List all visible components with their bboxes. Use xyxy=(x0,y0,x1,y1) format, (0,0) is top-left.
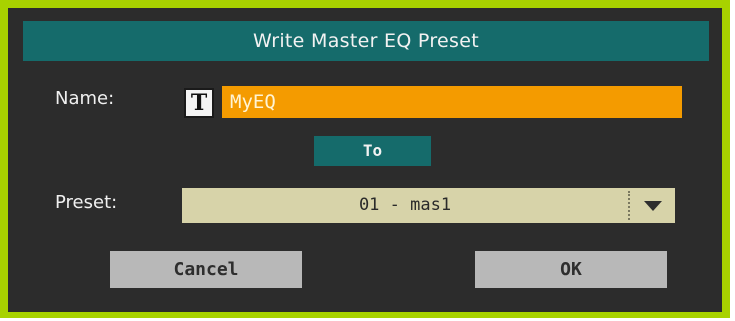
dialog-title: Write Master EQ Preset xyxy=(23,21,709,61)
write-master-eq-preset-dialog: Write Master EQ Preset Name: T MyEQ To P… xyxy=(0,0,730,318)
name-label: Name: xyxy=(55,88,115,109)
preset-label: Preset: xyxy=(55,192,118,213)
triangle-down-icon xyxy=(644,201,662,211)
preset-divider xyxy=(628,191,630,220)
cancel-button[interactable]: Cancel xyxy=(110,251,302,288)
text-edit-icon-glyph: T xyxy=(190,90,208,116)
name-field[interactable]: MyEQ xyxy=(222,86,682,118)
preset-select[interactable]: 01 - mas1 xyxy=(182,188,675,223)
text-edit-icon[interactable]: T xyxy=(184,88,214,118)
preset-selected-value: 01 - mas1 xyxy=(358,195,452,215)
ok-button[interactable]: OK xyxy=(475,251,667,288)
to-label: To xyxy=(314,136,431,166)
preset-dropdown-button[interactable] xyxy=(632,188,675,223)
